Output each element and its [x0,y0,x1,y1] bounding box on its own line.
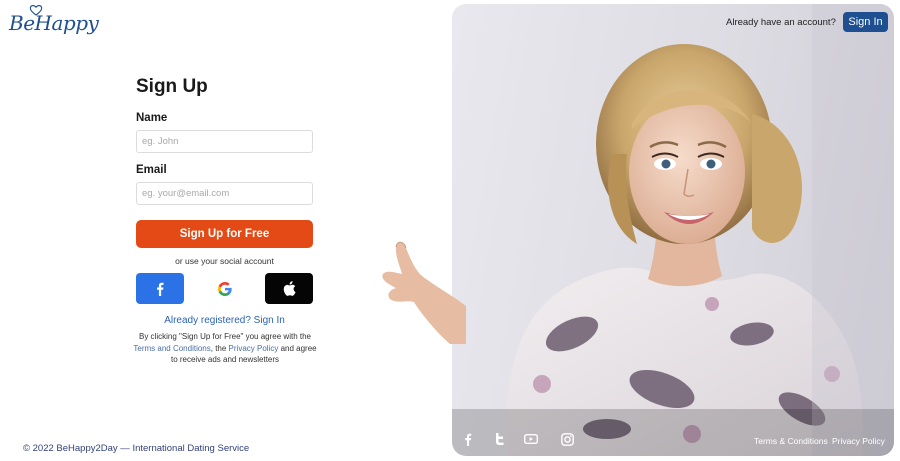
footer-facebook-link[interactable] [461,432,475,446]
name-input[interactable] [136,130,313,153]
terms-link[interactable]: Terms and Conditions [133,344,210,353]
woman-photo-illustration [452,4,894,456]
logo-text: BeHappy [9,11,99,35]
signin-button[interactable]: Sign In [843,12,888,32]
apple-icon [283,281,296,296]
hand-illustration [382,241,466,344]
signup-button[interactable]: Sign Up for Free [136,220,313,248]
legal-text-part2: , the [210,343,229,353]
footer-terms-link[interactable]: Terms & Conditions [754,436,828,446]
name-label: Name [136,112,168,124]
facebook-signup-button[interactable] [136,273,184,304]
facebook-icon [465,433,472,446]
copyright-text: © 2022 BeHappy2Day — International Datin… [23,443,250,454]
already-registered-link[interactable]: Already registered? Sign In [136,315,313,326]
hero-photo [452,4,894,456]
google-icon [218,281,232,296]
have-account-text: Already have an account? [726,17,836,28]
footer-twitter-link[interactable] [492,432,506,446]
twitter-icon [495,433,503,445]
apple-signup-button[interactable] [265,273,313,304]
email-label: Email [136,164,167,176]
facebook-icon [157,282,164,296]
legal-text-part1: By clicking "Sign Up for Free" you agree… [139,332,311,341]
privacy-link[interactable]: Privacy Policy [229,344,279,353]
logo[interactable]: BeHappy [9,4,99,35]
footer-youtube-link[interactable] [524,432,538,446]
google-signup-button[interactable] [201,273,249,304]
email-input[interactable] [136,182,313,205]
social-caption: or use your social account [175,256,274,266]
page-title: Sign Up [136,76,208,97]
legal-text: By clicking "Sign Up for Free" you agree… [130,331,320,366]
footer-instagram-link[interactable] [560,432,574,446]
youtube-icon [524,434,538,444]
footer-privacy-link[interactable]: Privacy Policy [832,436,885,446]
instagram-icon [560,432,574,446]
